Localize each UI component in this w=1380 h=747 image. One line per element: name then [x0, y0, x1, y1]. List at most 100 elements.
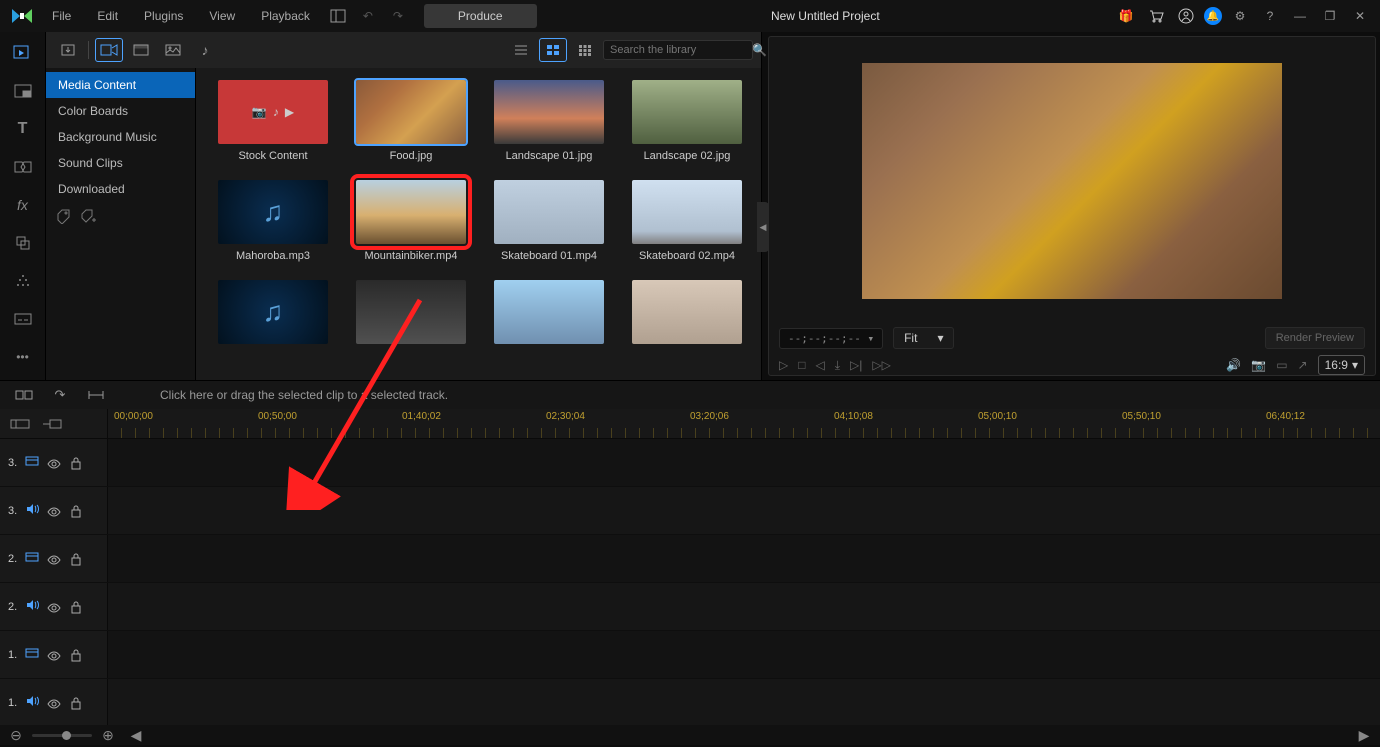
timecode-display[interactable]: --;--;--;-- ▾ [779, 328, 883, 349]
visibility-icon[interactable] [47, 505, 61, 517]
maximize-icon[interactable]: ❐ [1318, 4, 1342, 28]
lock-icon[interactable] [69, 504, 81, 518]
link-icon[interactable]: ↷ [48, 383, 72, 407]
view-grid-large-icon[interactable] [539, 38, 567, 62]
view-list-icon[interactable] [507, 38, 535, 62]
play-icon[interactable]: ▷ [779, 358, 788, 372]
stop-icon[interactable]: □ [798, 358, 805, 372]
gift-icon[interactable]: 🎁 [1114, 4, 1138, 28]
track-lane[interactable] [108, 439, 1380, 486]
media-room-icon[interactable] [8, 40, 38, 66]
view-grid-small-icon[interactable] [571, 38, 599, 62]
track-lane[interactable] [108, 487, 1380, 534]
thumb-stock-content[interactable]: 📷♪▶ Stock Content [208, 80, 338, 162]
import-icon[interactable] [54, 38, 82, 62]
subtitle-room-icon[interactable] [8, 306, 38, 332]
scroll-left-icon[interactable]: ◀ [128, 727, 144, 744]
aspect-ratio-select[interactable]: 16:9▾ [1318, 355, 1365, 375]
pip-room-icon[interactable] [8, 78, 38, 104]
produce-button[interactable]: Produce [424, 4, 537, 28]
effect-room-icon[interactable]: fx [8, 192, 38, 218]
add-tag-icon[interactable] [80, 208, 96, 227]
filter-video-icon[interactable] [127, 38, 155, 62]
thumb-landscape-01[interactable]: Landscape 01.jpg [484, 80, 614, 162]
category-media-content[interactable]: Media Content [46, 72, 195, 98]
menu-file[interactable]: File [42, 5, 81, 27]
fast-forward-icon[interactable]: ▷▷ [872, 358, 890, 372]
split-icon[interactable] [12, 383, 36, 407]
dual-view-icon[interactable]: ▭ [1276, 358, 1287, 372]
title-room-icon[interactable]: T [8, 116, 38, 142]
visibility-icon[interactable] [47, 649, 61, 661]
thumb-gym[interactable] [346, 280, 476, 344]
menu-plugins[interactable]: Plugins [134, 5, 193, 27]
menu-edit[interactable]: Edit [87, 5, 128, 27]
cart-icon[interactable] [1144, 4, 1168, 28]
search-input[interactable] [610, 44, 752, 56]
lock-icon[interactable] [69, 648, 81, 662]
filter-image-icon[interactable] [159, 38, 187, 62]
zoom-fit-select[interactable]: Fit▾ [893, 327, 954, 349]
track-mode-1-icon[interactable] [8, 412, 32, 436]
track-mode-2-icon[interactable] [40, 412, 64, 436]
track-lane[interactable] [108, 535, 1380, 582]
snapshot-icon[interactable]: 📷 [1251, 358, 1266, 372]
settings-icon[interactable]: ⚙ [1228, 4, 1252, 28]
track-lane[interactable] [108, 679, 1380, 725]
lock-icon[interactable] [69, 456, 81, 470]
timeline-tracks[interactable]: 3.3.2.2.1.1. [0, 439, 1380, 725]
category-color-boards[interactable]: Color Boards [46, 98, 195, 124]
thumb-food[interactable]: Food.jpg [346, 80, 476, 162]
filter-all-icon[interactable] [95, 38, 123, 62]
mark-icon[interactable]: ⤓ [835, 358, 840, 373]
visibility-icon[interactable] [47, 601, 61, 613]
timeline-ruler[interactable]: 00;00;0000;50;0001;40;0202;30;0403;20;06… [108, 409, 1380, 438]
volume-icon[interactable]: 🔊 [1226, 358, 1241, 372]
next-frame-icon[interactable]: ▷| [850, 358, 862, 372]
transition-room-icon[interactable] [8, 154, 38, 180]
track-lane[interactable] [108, 631, 1380, 678]
zoom-slider[interactable] [32, 734, 92, 737]
menu-view[interactable]: View [199, 5, 245, 27]
lock-icon[interactable] [69, 552, 81, 566]
zoom-out-icon[interactable]: ⊖ [8, 727, 24, 744]
zoom-in-icon[interactable]: ⊕ [100, 727, 116, 744]
help-icon[interactable]: ? [1258, 4, 1282, 28]
notification-icon[interactable]: 🔔 [1204, 7, 1222, 25]
visibility-icon[interactable] [47, 457, 61, 469]
category-downloaded[interactable]: Downloaded [46, 176, 195, 202]
close-icon[interactable]: ✕ [1348, 4, 1372, 28]
more-icon[interactable]: ••• [8, 344, 38, 370]
redo-icon[interactable]: ↷ [386, 4, 410, 28]
filter-audio-icon[interactable]: ♪ [191, 38, 219, 62]
lock-icon[interactable] [69, 696, 81, 710]
popup-icon[interactable]: ↗ [1298, 358, 1308, 372]
search-icon[interactable]: 🔍 [752, 43, 767, 57]
category-sound-clips[interactable]: Sound Clips [46, 150, 195, 176]
track-lane[interactable] [108, 583, 1380, 630]
category-background-music[interactable]: Background Music [46, 124, 195, 150]
account-icon[interactable] [1174, 4, 1198, 28]
split-range-icon[interactable] [84, 383, 108, 407]
render-preview-button[interactable]: Render Preview [1265, 327, 1365, 349]
overlay-room-icon[interactable] [8, 230, 38, 256]
lock-icon[interactable] [69, 600, 81, 614]
thumb-mountainbiker[interactable]: Mountainbiker.mp4 [346, 180, 476, 262]
thumb-mahoroba[interactable]: ♫ Mahoroba.mp3 [208, 180, 338, 262]
menu-playback[interactable]: Playback [251, 5, 320, 27]
tag-icon[interactable] [56, 208, 72, 227]
visibility-icon[interactable] [47, 553, 61, 565]
undo-icon[interactable]: ↶ [356, 4, 380, 28]
collapse-handle[interactable]: ◀ [757, 202, 769, 252]
thumb-audio-2[interactable]: ♫ [208, 280, 338, 344]
minimize-icon[interactable]: — [1288, 4, 1312, 28]
thumb-skateboard-02[interactable]: Skateboard 02.mp4 [622, 180, 752, 262]
prev-frame-icon[interactable]: ◁ [815, 358, 824, 372]
thumb-runner[interactable] [484, 280, 614, 344]
visibility-icon[interactable] [47, 697, 61, 709]
thumb-landscape-02[interactable]: Landscape 02.jpg [622, 80, 752, 162]
toggle-panel-icon[interactable] [326, 4, 350, 28]
thumb-train[interactable] [622, 280, 752, 344]
thumb-skateboard-01[interactable]: Skateboard 01.mp4 [484, 180, 614, 262]
particle-room-icon[interactable] [8, 268, 38, 294]
